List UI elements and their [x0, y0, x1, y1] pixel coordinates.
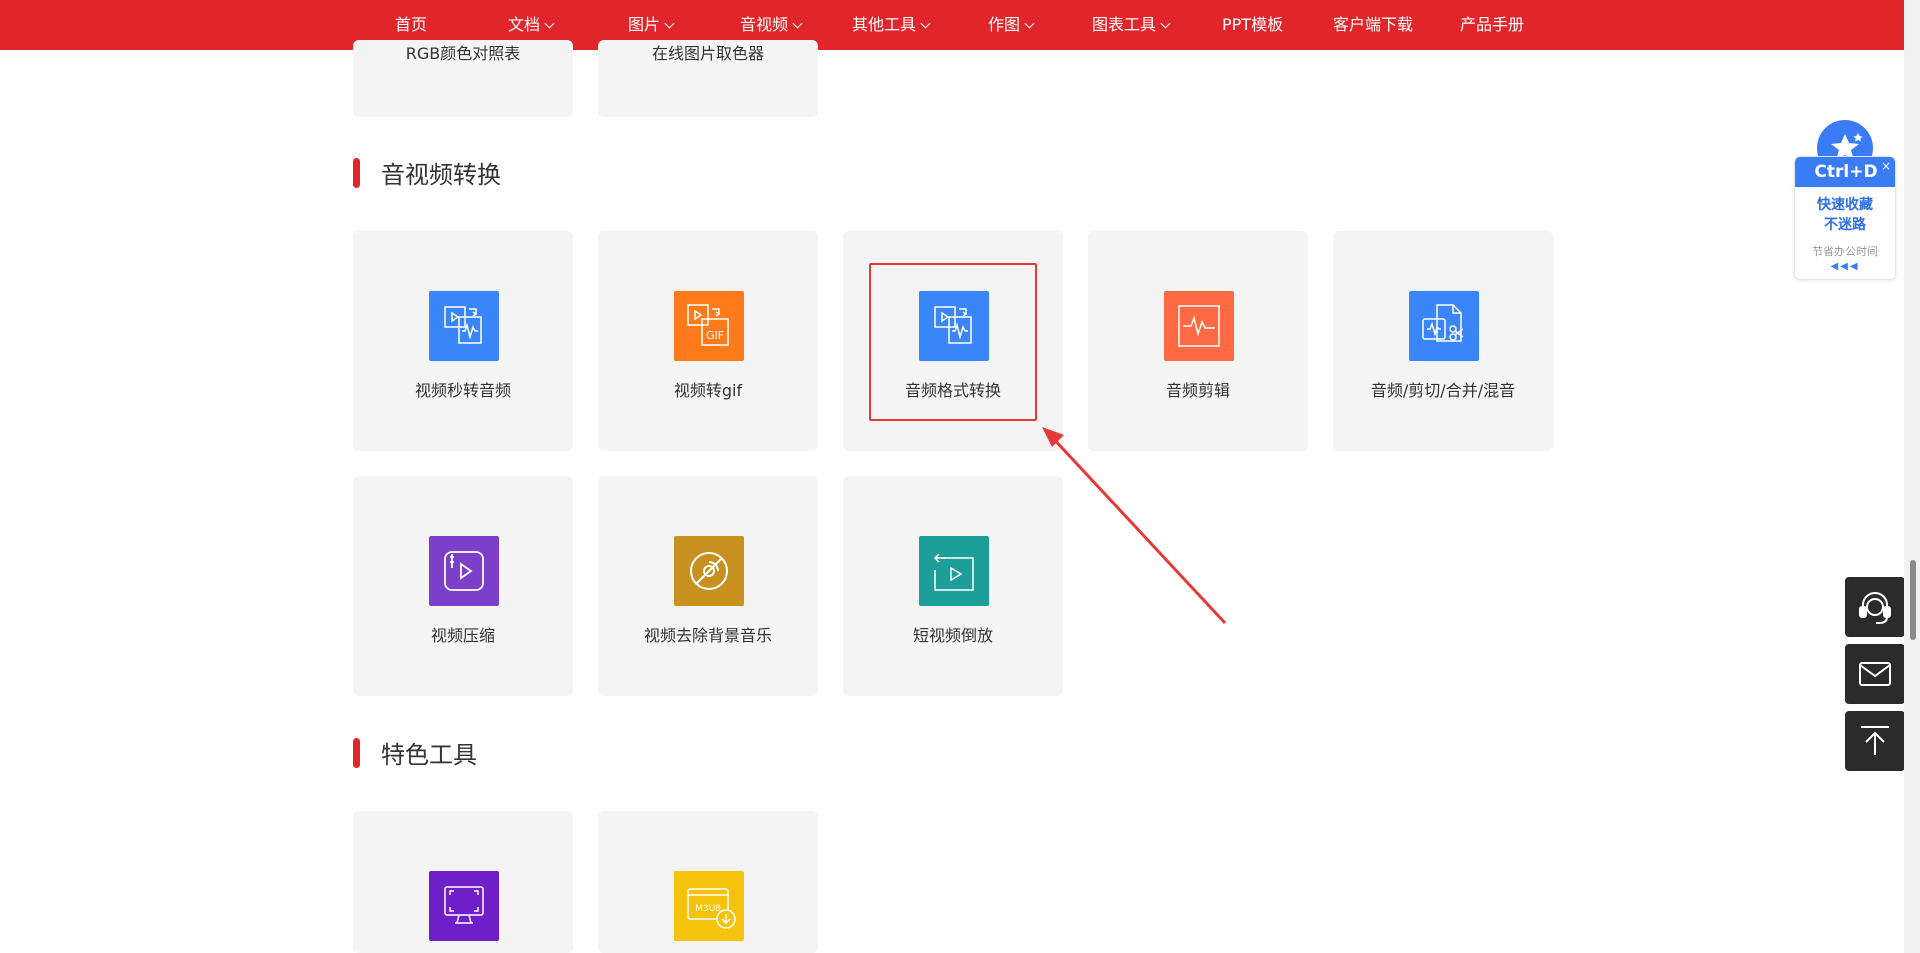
bookmark-subtext: 节省办公时间	[1812, 245, 1878, 258]
tool-card-label: 在线图片取色器	[651, 44, 764, 63]
tool-card-label: RGB颜色对照表	[405, 44, 521, 63]
mail-icon	[1859, 662, 1891, 686]
email-button[interactable]	[1845, 644, 1905, 704]
arrow-up-icon	[1861, 726, 1889, 755]
chevron-down-icon	[792, 18, 803, 29]
nav-chart-tools[interactable]: 图表工具	[1092, 0, 1171, 50]
chevron-down-icon	[920, 18, 931, 29]
headset-icon	[1859, 592, 1891, 624]
gif-icon-text: GIF	[706, 329, 724, 342]
tool-card-video-to-audio[interactable]: 视频秒转音频	[353, 231, 573, 451]
nav-product-manual[interactable]: 产品手册	[1460, 0, 1524, 50]
scrollbar-thumb[interactable]	[1910, 560, 1916, 640]
video-to-gif-icon: GIF	[674, 291, 744, 361]
tool-card-label: 视频压缩	[430, 626, 495, 645]
close-icon[interactable]: ×	[1881, 157, 1891, 175]
screen-record-icon	[429, 871, 499, 941]
tool-card-label: 音频/剪切/合并/混音	[1370, 381, 1516, 400]
section-marker	[353, 158, 360, 188]
highlight-box	[869, 263, 1037, 421]
m3u8-icon-text: M3U8	[695, 904, 721, 914]
chevron-down-icon	[544, 18, 555, 29]
nav-drawing[interactable]: 作图	[988, 0, 1035, 50]
bookmark-panel: Ctrl+D × 快速收藏 不迷路 节省办公时间 ◀◀◀	[1794, 156, 1896, 280]
tool-card-remove-bg-music[interactable]: 视频去除背景音乐	[598, 476, 818, 696]
tool-card-m3u8-download[interactable]: M3U8	[598, 811, 818, 953]
tool-card-screen-record[interactable]	[353, 811, 573, 953]
tool-card-label: 视频秒转音频	[414, 381, 511, 400]
tool-card-video-compress[interactable]: 视频压缩	[353, 476, 573, 696]
scrollbar[interactable]	[1904, 0, 1920, 953]
section-title: 特色工具	[381, 741, 477, 769]
chevron-down-icon	[1160, 18, 1171, 29]
audio-cut-merge-icon	[1409, 291, 1479, 361]
tool-card-video-to-gif[interactable]: GIF 视频转gif	[598, 231, 818, 451]
nav-ppt-templates[interactable]: PPT模板	[1222, 0, 1283, 50]
chevron-down-icon	[1024, 18, 1035, 29]
nav-client-download[interactable]: 客户端下载	[1333, 0, 1413, 50]
tool-card[interactable]: RGB颜色对照表	[353, 40, 573, 117]
audio-clip-icon	[1164, 291, 1234, 361]
video-to-audio-icon	[429, 291, 499, 361]
tool-card-label: 视频转gif	[673, 381, 743, 400]
tool-card-label: 音频剪辑	[1165, 381, 1230, 400]
back-to-top-button[interactable]	[1845, 711, 1905, 771]
chevron-down-icon	[664, 18, 675, 29]
bookmark-text: 快速收藏 不迷路	[1817, 197, 1873, 233]
video-compress-icon	[429, 536, 499, 606]
annotation-arrow	[1042, 427, 1227, 625]
section-title: 音视频转换	[381, 161, 501, 189]
nav-other-tools[interactable]: 其他工具	[852, 0, 931, 50]
bookmark-widget[interactable]: Ctrl+D × 快速收藏 不迷路 节省办公时间 ◀◀◀	[1794, 120, 1896, 280]
arrows-icon: ◀◀◀	[1830, 261, 1860, 272]
tool-card-audio-cut-merge[interactable]: 音频/剪切/合并/混音	[1333, 231, 1553, 451]
video-reverse-icon	[919, 536, 989, 606]
top-nav: 首页 文档 图片 音视频 其他工具 作图 图表工具 PPT模板 客户端下载 产品…	[0, 0, 1904, 50]
tool-card[interactable]: 在线图片取色器	[598, 40, 818, 117]
section-marker	[353, 738, 360, 768]
tool-card-label: 视频去除背景音乐	[643, 626, 772, 645]
m3u8-download-icon: M3U8	[674, 871, 744, 941]
customer-service-button[interactable]	[1845, 577, 1905, 637]
remove-bg-music-icon	[674, 536, 744, 606]
page: 首页 文档 图片 音视频 其他工具 作图 图表工具 PPT模板 客户端下载 产品…	[0, 0, 1920, 953]
